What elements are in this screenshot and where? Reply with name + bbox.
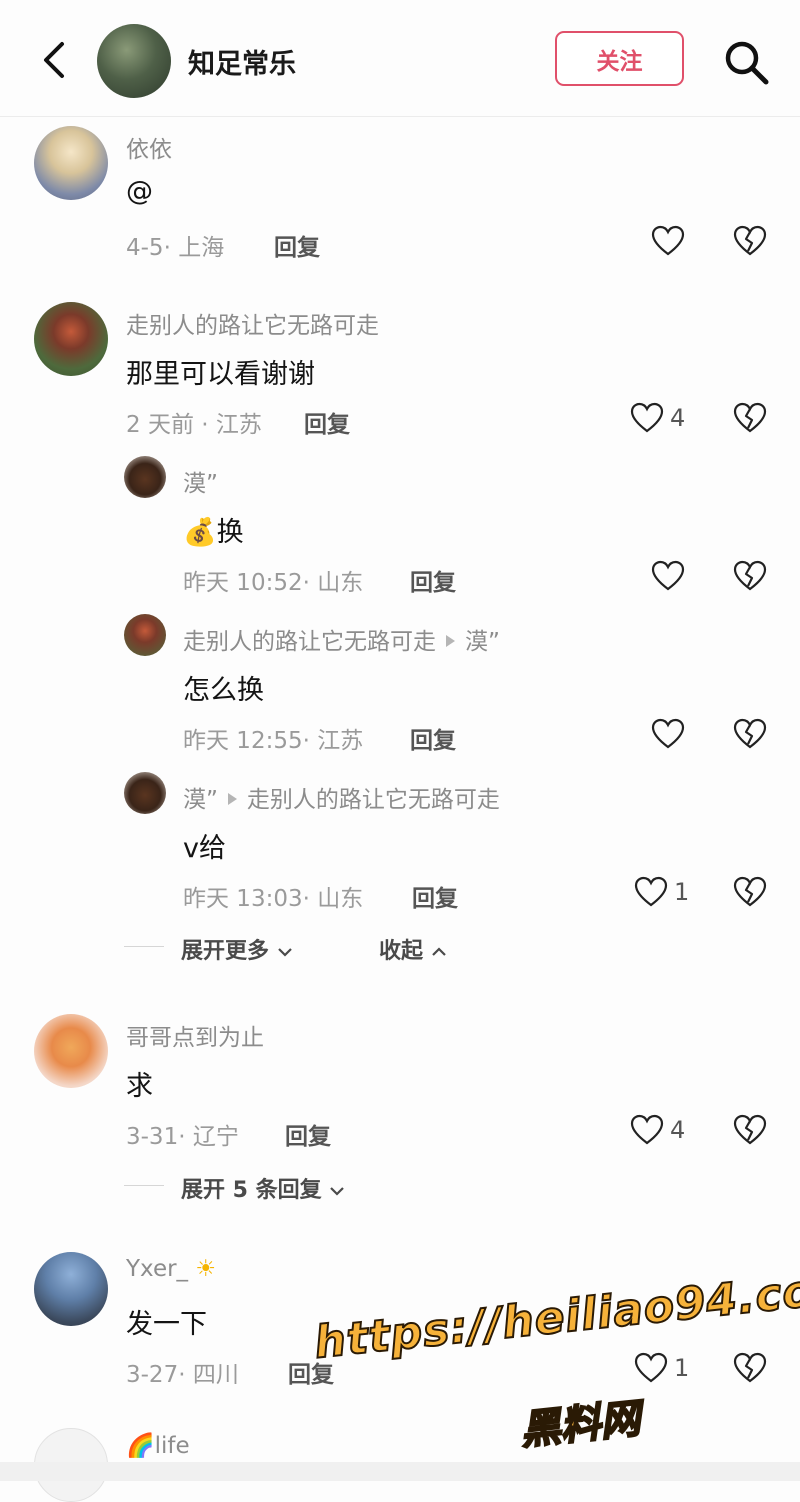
avatar[interactable] — [124, 614, 166, 656]
avatar[interactable] — [34, 1014, 108, 1088]
bottom-bar — [0, 1462, 800, 1481]
header-title: 知足常乐 — [188, 49, 296, 80]
reply-username[interactable]: 走别人的路让它无路可走 漠” — [183, 622, 500, 656]
chevron-down-icon — [330, 1187, 345, 1196]
reply-text: 💰换 — [183, 517, 244, 548]
collapse-button[interactable]: 收起 — [379, 933, 447, 965]
heart-icon[interactable] — [651, 225, 685, 257]
header-divider — [0, 116, 800, 117]
like-count: 1 — [674, 878, 690, 906]
comment-text: 那里可以看谢谢 — [126, 359, 315, 390]
comment-meta: 3-27· 四川 — [126, 1362, 239, 1388]
avatar[interactable] — [124, 772, 166, 814]
reply-arrow-icon — [446, 635, 455, 647]
expand-replies-button[interactable]: 展开 5 条回复 — [181, 1172, 345, 1204]
reply-button[interactable]: 回复 — [410, 721, 456, 755]
reply-username[interactable]: 漠” — [183, 464, 218, 498]
chevron-down-icon — [277, 948, 292, 957]
reply-meta: 昨天 12:55· 江苏 — [183, 728, 364, 754]
expand-divider — [124, 946, 164, 947]
reply-button[interactable]: 回复 — [410, 563, 456, 597]
rainbow-emoji: 🌈 — [126, 1433, 155, 1459]
follow-button[interactable]: 关注 — [555, 31, 684, 86]
comment-username[interactable]: 走别人的路让它无路可走 — [126, 306, 379, 340]
comment-username[interactable]: 哥哥点到为止 — [126, 1018, 264, 1052]
comment-meta: 3-31· 辽宁 — [126, 1124, 239, 1150]
avatar[interactable] — [34, 126, 108, 200]
comment-username[interactable]: Yxer_ ☀ — [126, 1256, 216, 1282]
comment-meta: 2 天前 · 江苏 — [126, 412, 262, 438]
back-icon[interactable] — [38, 40, 72, 80]
reply-meta: 昨天 10:52· 山东 — [183, 570, 364, 596]
comment-text: 发一下 — [126, 1309, 207, 1340]
sun-emoji: ☀ — [195, 1256, 216, 1282]
header-avatar[interactable] — [97, 24, 171, 98]
comment-username[interactable]: 🌈life — [126, 1432, 190, 1459]
reply-arrow-icon — [227, 793, 237, 805]
like-count: 4 — [670, 404, 686, 432]
reply-text: v给 — [183, 833, 226, 864]
expand-divider — [124, 1185, 164, 1186]
money-bag-emoji: 💰 — [183, 517, 217, 548]
heart-icon[interactable] — [634, 876, 668, 908]
reply-username[interactable]: 漠” 走别人的路让它无路可走 — [183, 780, 500, 814]
broken-heart-icon[interactable] — [733, 1114, 767, 1146]
reply-button[interactable]: 回复 — [412, 879, 458, 913]
reply-button[interactable]: 回复 — [285, 1117, 331, 1151]
broken-heart-icon[interactable] — [733, 1352, 767, 1384]
comment-meta: 4-5· 上海 — [126, 235, 225, 261]
watermark-url: https://heiliao94.com — [311, 1260, 800, 1370]
avatar[interactable] — [34, 1252, 108, 1326]
heart-icon[interactable] — [651, 560, 685, 592]
reply-button[interactable]: 回复 — [274, 228, 320, 262]
heart-icon[interactable] — [630, 402, 664, 434]
like-count: 4 — [670, 1116, 686, 1144]
expand-more-button[interactable]: 展开更多 — [181, 933, 293, 965]
comment-text: @ — [126, 176, 153, 207]
chevron-up-icon — [431, 947, 446, 956]
like-count: 1 — [674, 1354, 690, 1382]
broken-heart-icon[interactable] — [733, 402, 767, 434]
heart-icon[interactable] — [630, 1114, 664, 1146]
reply-button[interactable]: 回复 — [304, 405, 350, 439]
comment-text: 求 — [126, 1071, 153, 1102]
avatar[interactable] — [124, 456, 166, 498]
comment-username[interactable]: 依依 — [126, 130, 172, 164]
reply-meta: 昨天 13:03· 山东 — [183, 886, 364, 912]
avatar[interactable] — [34, 302, 108, 376]
heart-icon[interactable] — [651, 718, 685, 750]
reply-text: 怎么换 — [183, 675, 264, 706]
search-icon[interactable] — [722, 38, 770, 86]
watermark-label: 黑料网 — [517, 1395, 643, 1455]
broken-heart-icon[interactable] — [733, 718, 767, 750]
broken-heart-icon[interactable] — [733, 876, 767, 908]
heart-icon[interactable] — [634, 1352, 668, 1384]
broken-heart-icon[interactable] — [733, 225, 767, 257]
broken-heart-icon[interactable] — [733, 560, 767, 592]
